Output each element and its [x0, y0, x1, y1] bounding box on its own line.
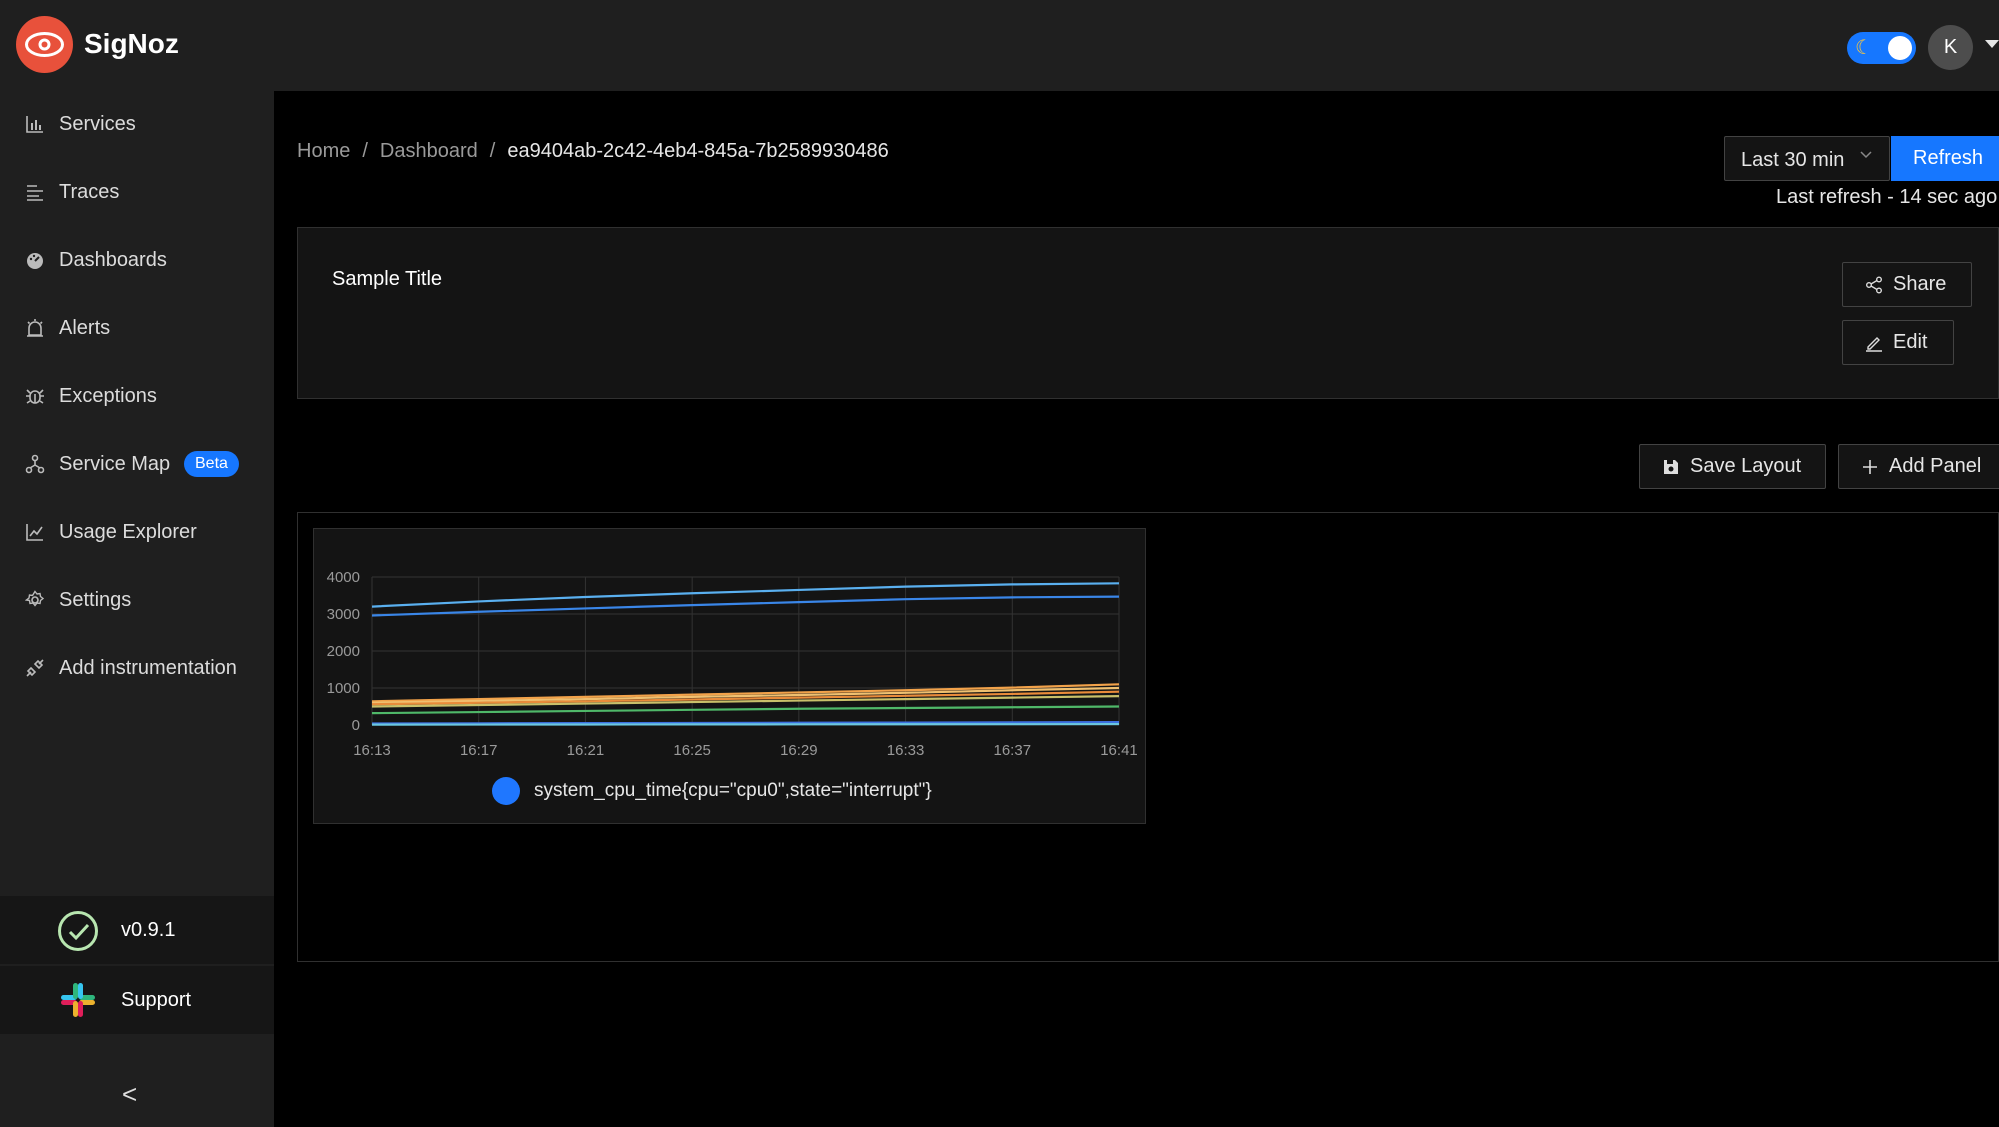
y-tick-label: 1000: [327, 680, 360, 697]
x-tick-label: 16:37: [994, 742, 1032, 759]
top-header: SigNoz ☾ K: [0, 0, 1999, 91]
chevron-down-icon: [1859, 147, 1873, 166]
version-label: v0.9.1: [121, 919, 176, 941]
edit-label: Edit: [1893, 331, 1928, 353]
series-line: [371, 705, 1120, 715]
sidebar-item-label: Service Map: [59, 452, 171, 475]
api-icon: [24, 657, 46, 679]
line-chart-icon: [24, 521, 46, 543]
y-tick-label: 4000: [327, 569, 360, 586]
chevron-down-icon[interactable]: [1985, 40, 1999, 48]
chart-panel[interactable]: 0 1000 2000 3000 4000 16:13 16:17 16:21 16:25 16:…: [313, 528, 1146, 824]
edit-button[interactable]: Edit: [1842, 320, 1954, 365]
x-tick-label: 16:21: [567, 742, 605, 759]
sidebar-item-label: Alerts: [59, 316, 111, 339]
sidebar-item-label: Settings: [59, 588, 132, 611]
time-range-value: Last 30 min: [1741, 149, 1845, 171]
slack-icon: [61, 983, 95, 1017]
version-status[interactable]: v0.9.1: [0, 896, 274, 964]
beta-badge: Beta: [184, 451, 239, 477]
sidebar: Services Traces Dashboards Alerts Except…: [0, 91, 274, 1127]
sidebar-item-label: Traces: [59, 180, 120, 203]
legend-color-dot: [492, 777, 520, 805]
edit-icon: [1866, 336, 1882, 352]
list-icon: [24, 181, 46, 203]
x-tick-label: 16:13: [353, 742, 391, 759]
sidebar-item-label: Add instrumentation: [59, 656, 237, 679]
sidebar-item-label: Dashboards: [59, 248, 167, 271]
toggle-knob: [1888, 36, 1912, 60]
sidebar-item-alerts[interactable]: Alerts: [0, 303, 274, 353]
add-panel-label: Add Panel: [1889, 455, 1982, 477]
sidebar-item-service-map[interactable]: Service Map Beta: [0, 439, 274, 489]
time-range-select[interactable]: Last 30 min: [1724, 136, 1890, 181]
refresh-button[interactable]: Refresh: [1891, 136, 1999, 181]
save-layout-button[interactable]: Save Layout: [1639, 444, 1826, 489]
breadcrumb: Home / Dashboard / ea9404ab-2c42-4eb4-84…: [297, 140, 889, 163]
collapse-sidebar-icon[interactable]: <: [122, 1079, 137, 1110]
chart-legend[interactable]: system_cpu_time{cpu="cpu0",state="interr…: [492, 777, 932, 805]
series-line: [371, 595, 1120, 617]
support-link[interactable]: Support: [0, 966, 274, 1034]
save-layout-label: Save Layout: [1690, 455, 1802, 477]
breadcrumb-dashboard[interactable]: Dashboard: [380, 140, 478, 163]
x-tick-label: 16:25: [673, 742, 711, 759]
bar-chart-icon: [24, 113, 46, 135]
x-tick-label: 16:29: [780, 742, 818, 759]
avatar[interactable]: K: [1928, 25, 1973, 70]
alarm-icon: [24, 317, 46, 339]
sidebar-item-traces[interactable]: Traces: [0, 167, 274, 217]
gear-icon: [24, 589, 46, 611]
sidebar-item-label: Exceptions: [59, 384, 157, 407]
dashboard-icon: [24, 249, 46, 271]
breadcrumb-separator: /: [489, 140, 496, 162]
sidebar-item-label: Services: [59, 112, 136, 135]
sidebar-item-label: Usage Explorer: [59, 520, 197, 543]
line-chart: 0 1000 2000 3000 4000 16:13 16:17 16:21 16:25 16:…: [327, 569, 1138, 759]
check-circle-icon: [58, 911, 98, 951]
breadcrumb-home[interactable]: Home: [297, 140, 350, 163]
share-label: Share: [1893, 273, 1947, 295]
moon-icon: ☾: [1855, 37, 1873, 59]
breadcrumb-current: ea9404ab-2c42-4eb4-845a-7b2589930486: [507, 140, 889, 162]
support-label: Support: [121, 989, 192, 1011]
breadcrumb-separator: /: [362, 140, 368, 162]
save-icon: [1664, 459, 1678, 474]
y-tick-label: 0: [352, 717, 360, 734]
y-tick-label: 2000: [327, 643, 360, 660]
sidebar-item-usage-explorer[interactable]: Usage Explorer: [0, 507, 274, 557]
x-tick-label: 16:41: [1100, 742, 1138, 759]
signoz-logo-icon[interactable]: [16, 16, 73, 73]
x-tick-label: 16:17: [460, 742, 498, 759]
legend-label: system_cpu_time{cpu="cpu0",state="interr…: [534, 780, 932, 801]
sidebar-item-settings[interactable]: Settings: [0, 575, 274, 625]
series-line: [371, 722, 1120, 726]
theme-toggle[interactable]: ☾: [1847, 32, 1916, 64]
add-panel-button[interactable]: Add Panel: [1838, 444, 1999, 489]
share-button[interactable]: Share: [1842, 262, 1972, 307]
last-refresh-text: Last refresh - 14 sec ago: [1776, 186, 1998, 208]
deployment-unit-icon: [24, 453, 46, 475]
dashboard-header-card: Sample Title Share Edit: [297, 227, 1999, 399]
dashboard-title: Sample Title: [332, 268, 443, 290]
sidebar-item-exceptions[interactable]: Exceptions: [0, 371, 274, 421]
y-tick-label: 3000: [327, 606, 360, 623]
sidebar-item-add-instrumentation[interactable]: Add instrumentation: [0, 643, 274, 693]
brand-name[interactable]: SigNoz: [84, 28, 179, 60]
plus-icon: [1863, 459, 1877, 474]
x-tick-label: 16:33: [887, 742, 925, 759]
bug-icon: [24, 385, 46, 407]
sidebar-item-services[interactable]: Services: [0, 99, 274, 149]
share-icon: [1866, 276, 1882, 293]
sidebar-item-dashboards[interactable]: Dashboards: [0, 235, 274, 285]
